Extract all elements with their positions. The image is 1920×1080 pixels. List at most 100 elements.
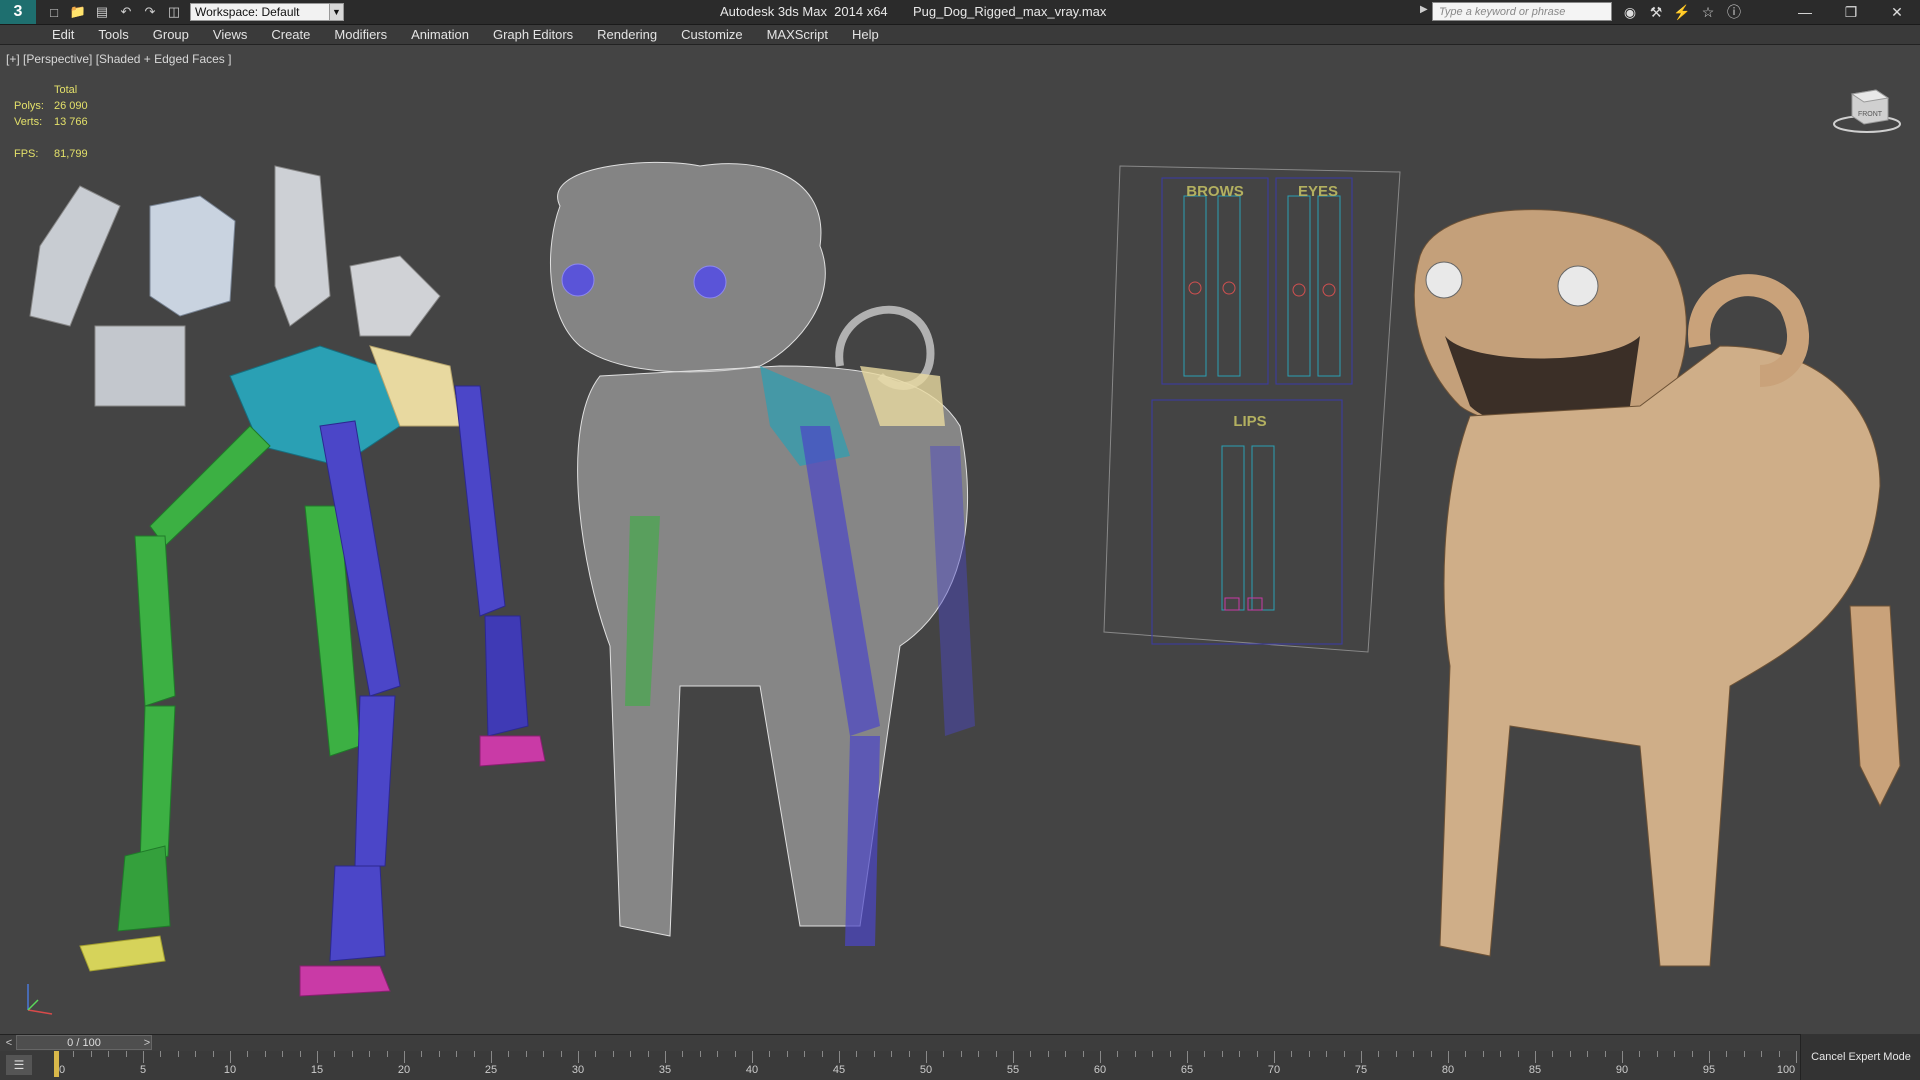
track-tick-label: 30 xyxy=(571,1064,585,1076)
menu-edit[interactable]: Edit xyxy=(52,27,74,42)
app-logo-icon[interactable]: 3 xyxy=(0,0,36,24)
track-tick xyxy=(1604,1051,1606,1057)
communication-center-icon[interactable]: ⚡ xyxy=(1672,2,1692,22)
track-tick xyxy=(682,1051,684,1057)
menu-maxscript[interactable]: MAXScript xyxy=(767,27,828,42)
perspective-viewport[interactable]: [+] [Perspective] [Shaded + Edged Faces … xyxy=(0,46,1920,1034)
chevron-down-icon[interactable]: ▼ xyxy=(330,3,344,21)
binoculars-icon[interactable]: ◉ xyxy=(1620,2,1640,22)
track-bar[interactable]: ☰ 0 5 10 15 20 25 30 35 40 45 50 55 60 65 70 75 80 85 90 95… xyxy=(0,1051,1800,1080)
menu-graph-editors[interactable]: Graph Editors xyxy=(493,27,573,42)
menu-group[interactable]: Group xyxy=(153,27,189,42)
track-tick xyxy=(1378,1051,1380,1057)
track-tick xyxy=(386,1051,388,1057)
time-next-icon[interactable]: > xyxy=(140,1035,154,1051)
track-tick xyxy=(334,1051,336,1057)
menu-animation[interactable]: Animation xyxy=(411,27,469,42)
current-frame-marker[interactable] xyxy=(54,1051,59,1077)
track-tick-label: 90 xyxy=(1615,1064,1629,1076)
track-tick xyxy=(456,1051,458,1057)
track-tick xyxy=(699,1051,701,1057)
track-tick xyxy=(1187,1051,1188,1063)
facial-controls-panel[interactable]: BROWS EYES LIPS xyxy=(1103,165,1401,653)
cancel-expert-mode-button[interactable]: Cancel Expert Mode xyxy=(1800,1034,1920,1080)
track-tick xyxy=(769,1051,771,1057)
undo-icon[interactable]: ↶ xyxy=(116,3,136,21)
track-tick xyxy=(1726,1051,1728,1057)
track-tick xyxy=(73,1051,75,1057)
track-tick xyxy=(612,1051,614,1057)
menu-rendering[interactable]: Rendering xyxy=(597,27,657,42)
track-tick xyxy=(1517,1051,1519,1057)
track-tick xyxy=(1622,1051,1623,1063)
track-tick xyxy=(1448,1051,1449,1063)
track-tick xyxy=(1013,1051,1014,1063)
track-tick-label: 45 xyxy=(832,1064,846,1076)
track-tick xyxy=(1552,1051,1554,1057)
quick-access-toolbar: □ 📁 ▤ ↶ ↷ ◫ xyxy=(44,3,184,21)
track-tick xyxy=(1743,1051,1745,1057)
window-title: Autodesk 3ds Max 2014 x64 Pug_Dog_Rigged… xyxy=(720,4,1106,19)
project-folder-icon[interactable]: ◫ xyxy=(164,3,184,21)
track-tick xyxy=(1343,1051,1345,1057)
eyes-label: EYES xyxy=(1298,183,1338,200)
track-tick xyxy=(1761,1051,1763,1057)
track-tick xyxy=(978,1051,980,1057)
track-tick xyxy=(247,1051,249,1057)
help-icon[interactable]: ⓘ xyxy=(1724,2,1744,22)
track-tick-label: 40 xyxy=(745,1064,759,1076)
track-tick xyxy=(543,1051,545,1057)
subscription-icon[interactable]: ⚒ xyxy=(1646,2,1666,22)
redo-icon[interactable]: ↷ xyxy=(140,3,160,21)
track-tick xyxy=(369,1051,371,1057)
menu-help[interactable]: Help xyxy=(852,27,879,42)
new-file-icon[interactable]: □ xyxy=(44,3,64,21)
textured-pug-model[interactable] xyxy=(1413,209,1901,967)
menu-customize[interactable]: Customize xyxy=(681,27,742,42)
close-icon[interactable]: ✕ xyxy=(1874,0,1920,24)
track-tick xyxy=(299,1051,301,1057)
time-slider[interactable]: < 0 / 100 > xyxy=(0,1034,1800,1051)
save-icon[interactable]: ▤ xyxy=(92,3,112,21)
bone-rig-skeleton[interactable] xyxy=(29,165,546,997)
track-tick xyxy=(1082,1051,1084,1057)
track-tick-label: 15 xyxy=(310,1064,324,1076)
search-input[interactable]: Type a keyword or phrase xyxy=(1432,2,1612,21)
track-tick xyxy=(1413,1051,1415,1057)
viewcube-icon[interactable]: FRONT xyxy=(1832,82,1902,139)
track-tick xyxy=(1204,1051,1206,1057)
track-tick xyxy=(1361,1051,1362,1063)
mini-curve-editor-icon[interactable]: ☰ xyxy=(6,1055,32,1075)
track-tick-label: 20 xyxy=(397,1064,411,1076)
search-expand-icon[interactable]: ▶ xyxy=(1420,4,1428,15)
track-tick xyxy=(873,1051,875,1057)
track-tick xyxy=(282,1051,284,1057)
track-tick xyxy=(264,1051,266,1057)
track-tick xyxy=(1709,1051,1710,1063)
scene-render: BROWS EYES LIPS xyxy=(29,161,1901,997)
menu-views[interactable]: Views xyxy=(213,27,247,42)
track-tick-label: 85 xyxy=(1528,1064,1542,1076)
menu-modifiers[interactable]: Modifiers xyxy=(334,27,387,42)
wireframe-pug-model[interactable] xyxy=(549,161,975,946)
workspace-select[interactable]: Workspace: Default xyxy=(190,3,330,21)
menu-create[interactable]: Create xyxy=(271,27,310,42)
track-tick xyxy=(1030,1051,1032,1057)
time-slider-thumb[interactable]: 0 / 100 xyxy=(16,1035,152,1050)
track-tick xyxy=(717,1051,719,1057)
track-tick xyxy=(1778,1051,1780,1057)
favorites-star-icon[interactable]: ☆ xyxy=(1698,2,1718,22)
restore-icon[interactable]: ❐ xyxy=(1828,0,1874,24)
track-tick-label: 95 xyxy=(1702,1064,1716,1076)
open-folder-icon[interactable]: 📁 xyxy=(68,3,88,21)
info-center-toolbar: ◉ ⚒ ⚡ ☆ ⓘ xyxy=(1620,2,1744,22)
track-tick-label: 25 xyxy=(484,1064,498,1076)
track-tick xyxy=(1656,1051,1658,1057)
brows-label: BROWS xyxy=(1186,183,1244,200)
minimize-icon[interactable]: — xyxy=(1782,0,1828,24)
time-prev-icon[interactable]: < xyxy=(2,1035,16,1051)
track-tick xyxy=(108,1051,110,1057)
track-tick xyxy=(1691,1051,1693,1057)
track-tick xyxy=(1569,1051,1571,1057)
menu-tools[interactable]: Tools xyxy=(98,27,128,42)
